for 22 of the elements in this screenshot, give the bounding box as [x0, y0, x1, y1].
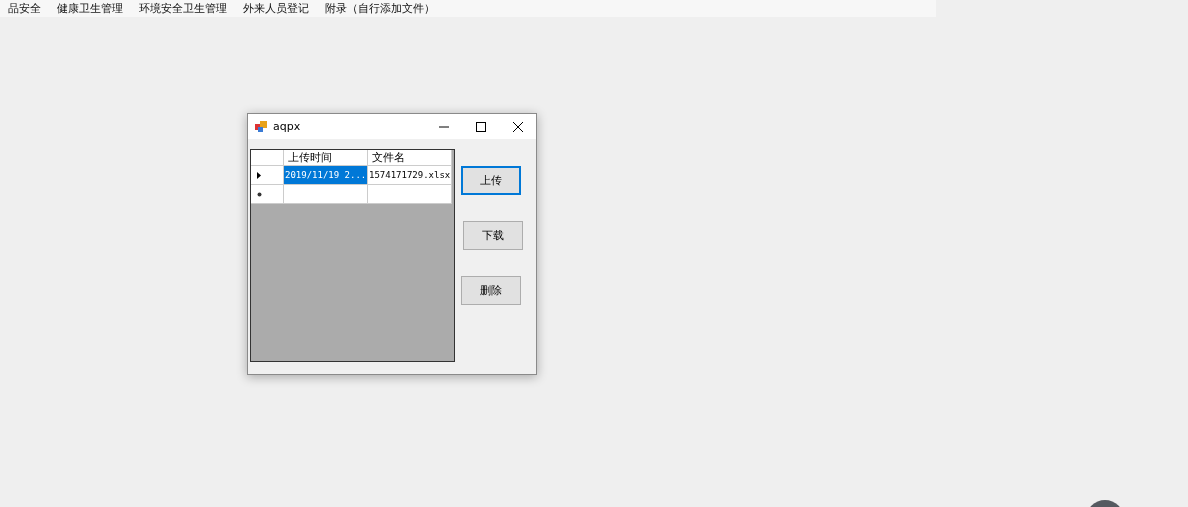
table-cell[interactable] — [368, 185, 452, 204]
menu-item[interactable]: 品安全 — [0, 1, 49, 16]
column-header[interactable]: 文件名 — [368, 150, 452, 166]
menu-item[interactable]: 附录（自行添加文件） — [317, 1, 443, 16]
new-row-icon — [257, 191, 262, 197]
corner-header — [251, 150, 284, 166]
current-row-icon — [257, 171, 261, 179]
table-cell[interactable] — [284, 185, 368, 204]
action-button[interactable]: 下载 — [463, 221, 523, 250]
action-button[interactable]: 删除 — [461, 276, 521, 305]
action-button[interactable]: 上传 — [461, 166, 521, 195]
window-title: aqpx — [273, 120, 302, 133]
table-cell[interactable]: 1574171729.xlsx — [368, 166, 452, 185]
menu-item[interactable]: 外来人员登记 — [235, 1, 317, 16]
close-icon — [512, 121, 523, 132]
row-header[interactable] — [251, 166, 284, 185]
app-icon — [255, 121, 267, 132]
menu-item[interactable]: 健康卫生管理 — [49, 1, 131, 16]
table-cell[interactable]: 2019/11/19 2... — [284, 166, 368, 185]
column-header[interactable]: 上传时间 — [284, 150, 368, 166]
menu-item[interactable]: 环境安全卫生管理 — [131, 1, 235, 16]
maximize-icon — [475, 121, 486, 132]
